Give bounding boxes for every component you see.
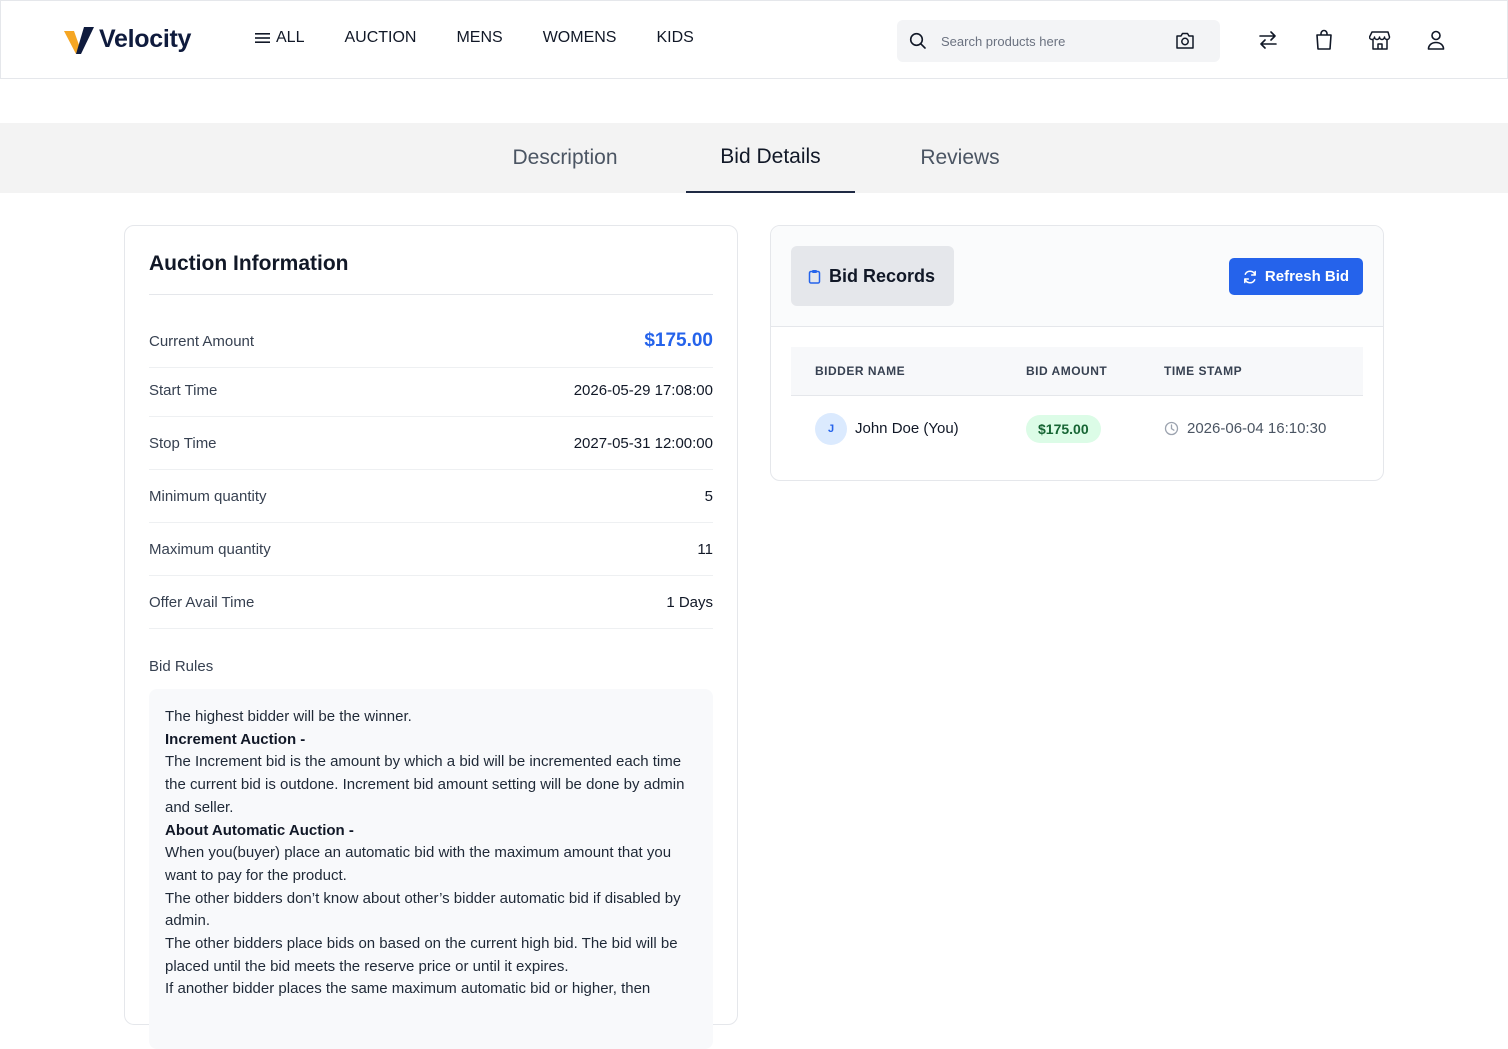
bid-records-title-text: Bid Records — [829, 265, 936, 286]
clock-icon — [1164, 421, 1179, 436]
info-label: Current Amount — [149, 332, 255, 350]
rule-heading: Increment Auction - — [165, 730, 306, 748]
stop-time-value: 2027-05-31 12:00:00 — [573, 434, 713, 452]
info-label: Minimum quantity — [149, 487, 267, 505]
column-header-time-stamp: TIME STAMP — [1164, 364, 1243, 378]
search-bar — [897, 20, 1220, 62]
brand-logo[interactable]: Velocity — [62, 23, 191, 55]
refresh-icon — [1243, 270, 1256, 283]
rule-heading: About Automatic Auction - — [165, 821, 354, 839]
nav-item-mens[interactable]: MENS — [456, 29, 502, 47]
bid-records-card: Bid Records Refresh Bid BIDDER NAME BID … — [770, 225, 1384, 481]
timestamp-text: 2026-06-04 16:10:30 — [1187, 420, 1327, 437]
info-label: Stop Time — [149, 434, 217, 452]
column-header-bid-amount: BID AMOUNT — [1026, 364, 1108, 378]
offer-avail-time-value: 1 Days — [666, 593, 713, 611]
info-row-start-time: Start Time 2026-05-29 17:08:00 — [149, 364, 713, 417]
info-label: Maximum quantity — [149, 540, 271, 558]
camera-icon[interactable] — [1175, 31, 1195, 50]
bag-icon[interactable] — [1314, 29, 1334, 51]
info-label: Offer Avail Time — [149, 593, 255, 611]
bid-timestamp: 2026-06-04 16:10:30 — [1164, 420, 1326, 437]
title-divider — [149, 294, 713, 295]
menu-icon — [255, 33, 270, 43]
search-input[interactable] — [941, 30, 1161, 52]
tab-description[interactable]: Description — [480, 123, 650, 193]
start-time-value: 2026-05-29 17:08:00 — [573, 381, 713, 399]
auction-information-card: Auction Information Current Amount $175.… — [124, 225, 738, 1049]
rule-line: If another bidder places the same maximu… — [165, 980, 651, 998]
current-amount-value: $175.00 — [644, 330, 713, 351]
tab-bid-details[interactable]: Bid Details — [686, 123, 855, 193]
nav-label: ALL — [276, 29, 305, 46]
nav-item-all[interactable]: ALL — [255, 29, 304, 47]
site-header: Velocity ALL AUCTION MENS WOMENS KIDS — [0, 0, 1508, 79]
bid-rules-label: Bid Rules — [149, 658, 214, 675]
bid-amount-badge: $175.00 — [1026, 415, 1101, 443]
bid-rules-text: The highest bidder will be the winner. I… — [149, 689, 713, 1049]
auction-info-title: Auction Information — [149, 252, 349, 275]
bidder-name: John Doe (You) — [855, 420, 959, 437]
info-label: Start Time — [149, 381, 218, 399]
maximum-quantity-value: 11 — [697, 540, 713, 558]
rule-line: The highest bidder will be the winner. — [165, 708, 412, 725]
brand-name: Velocity — [99, 24, 192, 53]
rule-line: The other bidders don’t know about other… — [165, 889, 681, 930]
user-icon[interactable] — [1426, 29, 1446, 51]
bid-table-header: BIDDER NAME BID AMOUNT TIME STAMP — [791, 347, 1363, 396]
nav-item-womens[interactable]: WOMENS — [543, 29, 617, 47]
product-tabs: Description Bid Details Reviews — [0, 123, 1508, 193]
refresh-bid-button[interactable]: Refresh Bid — [1229, 258, 1363, 295]
nav-item-auction[interactable]: AUCTION — [344, 29, 416, 47]
refresh-bid-label: Refresh Bid — [1264, 268, 1350, 285]
bid-records-header: Bid Records Refresh Bid — [771, 226, 1383, 327]
minimum-quantity-value: 5 — [704, 487, 713, 505]
info-row-current-amount: Current Amount $175.00 — [149, 315, 713, 368]
nav-item-kids[interactable]: KIDS — [656, 29, 693, 47]
rule-line: The other bidders place bids on based on… — [165, 935, 678, 975]
info-row-stop-time: Stop Time 2027-05-31 12:00:00 — [149, 417, 713, 470]
search-icon[interactable] — [909, 32, 927, 50]
info-row-minimum-quantity: Minimum quantity 5 — [149, 470, 713, 523]
rule-line: When you(buyer) place an automatic bid w… — [165, 844, 672, 884]
info-row-maximum-quantity: Maximum quantity 11 — [149, 523, 713, 576]
table-row: J John Doe (You) $175.00 2026-06-04 16:1… — [791, 397, 1363, 459]
info-row-offer-avail-time: Offer Avail Time 1 Days — [149, 576, 713, 629]
bid-records-title: Bid Records — [791, 246, 954, 306]
main-nav: ALL AUCTION MENS WOMENS KIDS — [255, 29, 694, 47]
velocity-logo-icon — [64, 27, 94, 54]
compare-icon[interactable] — [1257, 29, 1279, 51]
store-icon[interactable] — [1369, 29, 1391, 51]
rule-line: The Increment bid is the amount by which… — [165, 753, 685, 816]
column-header-bidder-name: BIDDER NAME — [815, 364, 906, 378]
clipboard-icon — [808, 269, 821, 284]
avatar: J — [815, 413, 847, 445]
tab-reviews[interactable]: Reviews — [890, 123, 1030, 193]
